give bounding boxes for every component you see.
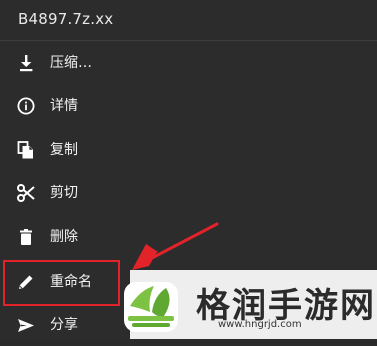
menu-item-details[interactable]: 详情	[0, 85, 377, 127]
copy-icon	[16, 140, 36, 160]
menu-item-label: 剪切	[50, 185, 78, 201]
menu-item-label: 分享	[50, 317, 78, 333]
menu-item-copy[interactable]: 复制	[0, 129, 377, 171]
file-name-title: B4897.7z.xx	[18, 10, 114, 28]
info-icon	[16, 96, 36, 116]
rename-highlight-box	[3, 260, 120, 306]
menu-item-label: 删除	[50, 229, 78, 245]
menu-item-label: 复制	[50, 142, 78, 158]
menu-item-label: 压缩…	[50, 55, 92, 71]
watermark-url: www.hngrjd.com	[218, 319, 302, 330]
context-menu: B4897.7z.xx 压缩… 详情 复制 剪切 删除 重命名 分享 格润手游网…	[0, 0, 377, 339]
watermark: 格润手游网 www.hngrjd.com	[118, 270, 377, 339]
menu-item-label: 详情	[50, 98, 78, 114]
watermark-logo-icon	[124, 282, 178, 332]
trash-icon	[16, 227, 36, 247]
menu-item-compress[interactable]: 压缩…	[0, 42, 377, 84]
scissors-icon	[16, 183, 36, 203]
menu-header: B4897.7z.xx	[0, 0, 377, 41]
red-arrow-icon	[132, 222, 219, 270]
download-icon	[16, 53, 36, 73]
share-icon	[16, 315, 36, 335]
